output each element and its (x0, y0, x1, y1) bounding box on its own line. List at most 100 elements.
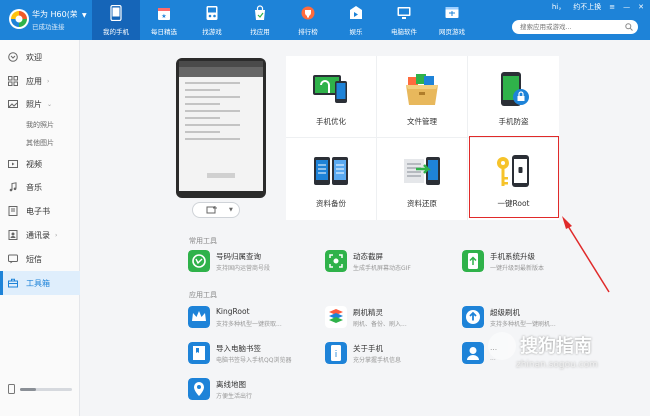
tile-anti-theft[interactable]: 手机防盗 (468, 56, 559, 138)
screenshot-icon (206, 206, 217, 214)
tool-animated-screenshot[interactable]: 动态截屏 生成手机屏幕动态GIF (325, 248, 455, 276)
phone-optimize-icon (313, 75, 347, 103)
svg-text:★: ★ (161, 13, 166, 20)
super-flash-icon (462, 306, 484, 328)
nav-find-games[interactable]: 找游戏 (188, 0, 236, 40)
backup-icon (314, 157, 348, 185)
phone-icon (110, 5, 122, 21)
welcome-icon (8, 52, 18, 62)
restore-icon (404, 157, 440, 185)
browser-icon (445, 7, 459, 18)
device-status: 已成功连接 (32, 23, 65, 31)
nav-find-apps[interactable]: 找应用 (236, 0, 284, 40)
chevron-down-icon[interactable]: ▼ (82, 12, 87, 19)
phone-info-icon: i (325, 342, 347, 364)
nav-pc-software[interactable]: 电脑软件 (380, 0, 428, 40)
tool-system-upgrade[interactable]: 手机系统升级 一键升级到最新版本 (462, 248, 592, 276)
anti-theft-icon (501, 72, 529, 106)
section-title-apps: 应用工具 (189, 291, 217, 299)
search-box (512, 20, 638, 34)
chevron-right-icon: › (47, 77, 50, 85)
music-note-icon (9, 182, 17, 192)
search-input[interactable] (520, 21, 620, 33)
tile-backup[interactable]: 资料备份 (286, 138, 377, 220)
tile-file-manage[interactable]: 文件管理 (377, 56, 468, 138)
device-name: 华为 H60(荣... (32, 10, 77, 19)
book-icon (8, 206, 18, 216)
tool-number-lookup[interactable]: 号码归属查询 支持国内运营商号段 (188, 248, 318, 276)
watermark: 搜狗指南 zhinan.sogou.com (486, 330, 636, 380)
calendar-icon: ★ (158, 8, 170, 20)
tool-super-flash[interactable]: 超级刷机 支持多种机型一键刷机... (462, 304, 592, 332)
user-greeting[interactable]: hi， (552, 2, 565, 12)
menu-icon[interactable]: ≡ (609, 3, 615, 11)
nav-web-games[interactable]: 网页游戏 (428, 0, 476, 40)
tile-restore[interactable]: 资料还原 (377, 138, 468, 220)
apps-grid-icon (8, 76, 18, 86)
photo-icon (8, 100, 18, 108)
phone-screen-preview (176, 58, 266, 198)
screenshot-icon (325, 250, 347, 272)
offline-map-icon (188, 378, 210, 400)
chevron-right-icon: › (55, 231, 58, 239)
sidebar-item-music[interactable]: 音乐 (0, 175, 80, 199)
sidebar-item-videos[interactable]: 视频 (0, 152, 80, 176)
sidebar-item-contacts[interactable]: 通讯录 › (0, 223, 80, 247)
checkin-link[interactable]: 约不上换 (573, 2, 601, 12)
sidebar-item-welcome[interactable]: 欢迎 (0, 45, 80, 69)
window-controls: hi， 约不上换 ≡ — ✕ (552, 2, 644, 12)
toolbox-icon (8, 278, 18, 288)
root-key-icon (497, 155, 529, 187)
tool-flash-wizard[interactable]: 刷机精灵 刷机、备份、刷入... (325, 304, 455, 332)
screenshot-button[interactable]: ▼ (192, 202, 240, 218)
trophy-icon (301, 6, 315, 20)
system-upgrade-icon (462, 250, 484, 272)
kingroot-icon (188, 306, 210, 328)
shopping-bag-icon (255, 5, 265, 20)
main-nav: 我的手机 ★ 每日精选 找游戏 找应用 排行榜 娱乐 电脑软件 网页游戏 (92, 0, 476, 40)
phone-lookup-icon (188, 250, 210, 272)
device-logo-icon (9, 9, 29, 29)
minimize-icon[interactable]: — (623, 3, 630, 11)
video-icon (8, 160, 18, 168)
top-bar: 华为 H60(荣... 已成功连接 ▼ 我的手机 ★ 每日精选 找游戏 找应用 … (0, 0, 650, 40)
sidebar-item-apps[interactable]: 应用 › (0, 69, 80, 93)
nav-rankings[interactable]: 排行榜 (284, 0, 332, 40)
device-selector[interactable]: 华为 H60(荣... 已成功连接 ▼ (0, 0, 92, 40)
sidebar-item-sms[interactable]: 短信 (0, 247, 80, 271)
tool-import-bookmarks[interactable]: 导入电脑书签 电脑书签导入手机QQ浏览器 (188, 340, 318, 368)
sms-icon (8, 254, 18, 264)
chevron-down-icon[interactable]: ▼ (229, 207, 233, 213)
watermark-logo (488, 332, 516, 360)
chevron-down-icon: ⌄ (47, 100, 53, 108)
sidebar-item-ebooks[interactable]: 电子书 (0, 199, 80, 223)
storage-bar-fill (20, 388, 36, 391)
tool-offline-map[interactable]: 离线地图 方便生活出行 (188, 376, 318, 404)
file-manage-icon (406, 74, 438, 105)
sidebar-subitem-my-photos[interactable]: 我的照片 (26, 120, 54, 130)
phone-screen (179, 61, 263, 191)
nav-entertainment[interactable]: 娱乐 (332, 0, 380, 40)
flash-tool-icon (325, 306, 347, 328)
nav-daily-picks[interactable]: ★ 每日精选 (140, 0, 188, 40)
sidebar-item-photos[interactable]: 照片 ⌄ (0, 92, 80, 116)
storage-indicator (8, 384, 74, 394)
bookmark-import-icon (188, 342, 210, 364)
watermark-cn: 搜狗指南 (520, 336, 592, 357)
nav-my-phone[interactable]: 我的手机 (92, 0, 140, 40)
watermark-en: zhinan.sogou.com (516, 360, 598, 370)
contacts-tool-icon (462, 342, 484, 364)
tool-kingroot[interactable]: KingRoot 支持多种机型一键获取... (188, 304, 318, 332)
sidebar-subitem-other-photos[interactable]: 其他图片 (26, 138, 54, 148)
phone-storage-icon (8, 384, 15, 394)
music-icon (350, 6, 362, 19)
tool-about-phone[interactable]: i 关于手机 充分掌握手机信息 (325, 340, 455, 368)
gamepad-icon (206, 6, 218, 20)
tile-one-key-root[interactable]: 一键Root (468, 138, 559, 220)
sidebar-item-toolbox[interactable]: 工具箱 (0, 271, 80, 295)
close-icon[interactable]: ✕ (638, 3, 644, 11)
monitor-icon (397, 7, 411, 19)
search-icon[interactable] (625, 23, 633, 31)
sidebar: 欢迎 应用 › 照片 ⌄ 我的照片 其他图片 视频 音乐 电子书 通讯录 › 短信 工… (0, 40, 80, 416)
tile-phone-optimize[interactable]: 手机优化 (286, 56, 377, 138)
